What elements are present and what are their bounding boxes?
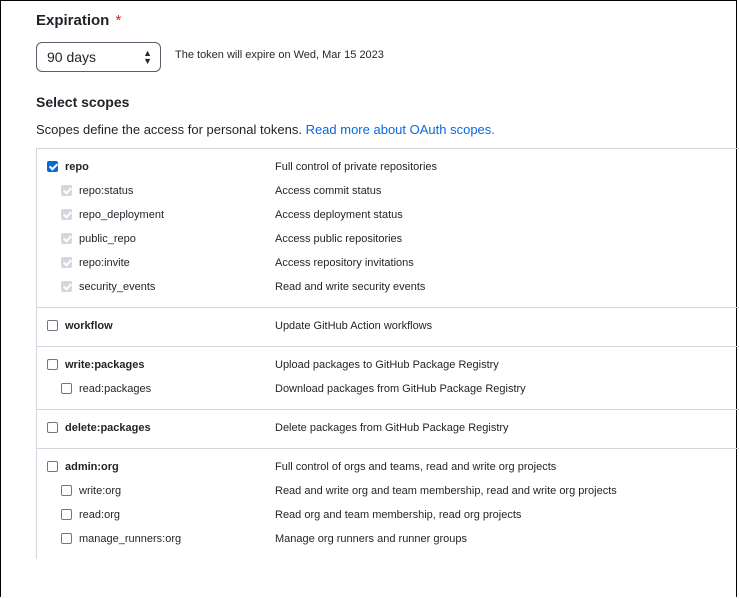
scopes-title: Select scopes	[36, 94, 130, 110]
scope-name: manage_runners:org	[79, 533, 182, 545]
scope-group: delete:packages Delete packages from GitH…	[36, 409, 739, 448]
scope-name: read:packages	[79, 383, 152, 395]
scope-name: write:packages	[65, 359, 145, 371]
scope-name: repo_deployment	[79, 209, 165, 221]
scope-checkbox[interactable]	[61, 509, 72, 520]
scope-description: Access deployment status	[275, 209, 403, 221]
scopes-description-text: Scopes define the access for personal to…	[36, 122, 302, 137]
scope-description: Read org and team membership, read org p…	[275, 509, 522, 521]
scope-name: write:org	[79, 485, 122, 497]
select-arrows-icon: ▲ ▼	[143, 48, 152, 66]
subscope-row: security_events Read and write security e…	[37, 276, 739, 300]
scope-row: write:packages Upload packages to GitHub …	[37, 354, 739, 378]
scopes-description: Scopes define the access for personal to…	[36, 122, 495, 137]
scope-table: repo Full control of private repositories…	[36, 148, 739, 559]
subscope-row: manage_runners:org Manage org runners and…	[37, 528, 739, 552]
scope-name: repo	[65, 161, 89, 173]
subscope-row: repo:status Access commit status	[37, 180, 739, 204]
scope-checkbox	[61, 233, 72, 244]
scope-group: workflow Update GitHub Action workflows	[36, 307, 739, 346]
subscope-row: write:org Read and write org and team mem…	[37, 480, 739, 504]
oauth-scopes-link[interactable]: Read more about OAuth scopes.	[306, 122, 495, 137]
scope-description: Manage org runners and runner groups	[275, 533, 468, 545]
scope-name: admin:org	[65, 461, 119, 473]
scope-description: Read and write security events	[275, 281, 426, 293]
scope-name: read:org	[79, 509, 120, 521]
scope-description: Upload packages to GitHub Package Regist…	[275, 359, 499, 371]
scope-row: repo Full control of private repositories	[37, 156, 739, 180]
scope-checkbox	[61, 281, 72, 292]
scope-checkbox[interactable]	[61, 383, 72, 394]
scope-description: Read and write org and team membership, …	[275, 485, 617, 497]
expiration-select[interactable]: 90 days ▲ ▼	[36, 42, 161, 72]
scope-group: write:packages Upload packages to GitHub …	[36, 346, 739, 409]
scope-description: Delete packages from GitHub Package Regi…	[275, 422, 509, 434]
scope-name: workflow	[65, 320, 113, 332]
scope-row: delete:packages Delete packages from GitH…	[37, 417, 739, 441]
subscope-row: repo_deployment Access deployment status	[37, 204, 739, 228]
expiry-note: The token will expire on Wed, Mar 15 202…	[175, 49, 384, 61]
scope-checkbox	[61, 185, 72, 196]
scope-checkbox[interactable]	[61, 533, 72, 544]
subscope-row: repo:invite Access repository invitations	[37, 252, 739, 276]
scope-row: admin:org Full control of orgs and teams,…	[37, 456, 739, 480]
scope-checkbox	[61, 209, 72, 220]
scope-description: Full control of private repositories	[275, 161, 438, 173]
scope-name: repo:invite	[79, 257, 130, 269]
subscope-row: read:packages Download packages from GitH…	[37, 378, 739, 402]
expiration-selected-value: 90 days	[47, 49, 97, 65]
scope-checkbox[interactable]	[47, 161, 58, 172]
expiration-label-text: Expiration	[36, 12, 110, 29]
scope-description: Update GitHub Action workflows	[275, 320, 433, 332]
subscope-row: public_repo Access public repositories	[37, 228, 739, 252]
required-mark: *	[115, 12, 122, 29]
scope-name: repo:status	[79, 185, 134, 197]
scope-group: admin:org Full control of orgs and teams,…	[36, 448, 739, 559]
scope-checkbox[interactable]	[47, 422, 58, 433]
expiration-label: Expiration *	[36, 12, 121, 29]
scope-checkbox[interactable]	[47, 320, 58, 331]
scope-row: workflow Update GitHub Action workflows	[37, 315, 739, 339]
scope-group: repo Full control of private repositories…	[36, 148, 739, 307]
scope-description: Access commit status	[275, 185, 382, 197]
scope-description: Full control of orgs and teams, read and…	[275, 461, 557, 473]
scope-name: public_repo	[79, 233, 136, 245]
subscope-row: read:org Read org and team membership, re…	[37, 504, 739, 528]
scope-checkbox[interactable]	[61, 485, 72, 496]
scope-description: Access repository invitations	[275, 257, 414, 269]
scope-description: Download packages from GitHub Package Re…	[275, 383, 526, 395]
scope-checkbox[interactable]	[47, 461, 58, 472]
scope-description: Access public repositories	[275, 233, 403, 245]
scope-checkbox	[61, 257, 72, 268]
scope-name: delete:packages	[65, 422, 151, 434]
scope-checkbox[interactable]	[47, 359, 58, 370]
scope-name: security_events	[79, 281, 156, 293]
